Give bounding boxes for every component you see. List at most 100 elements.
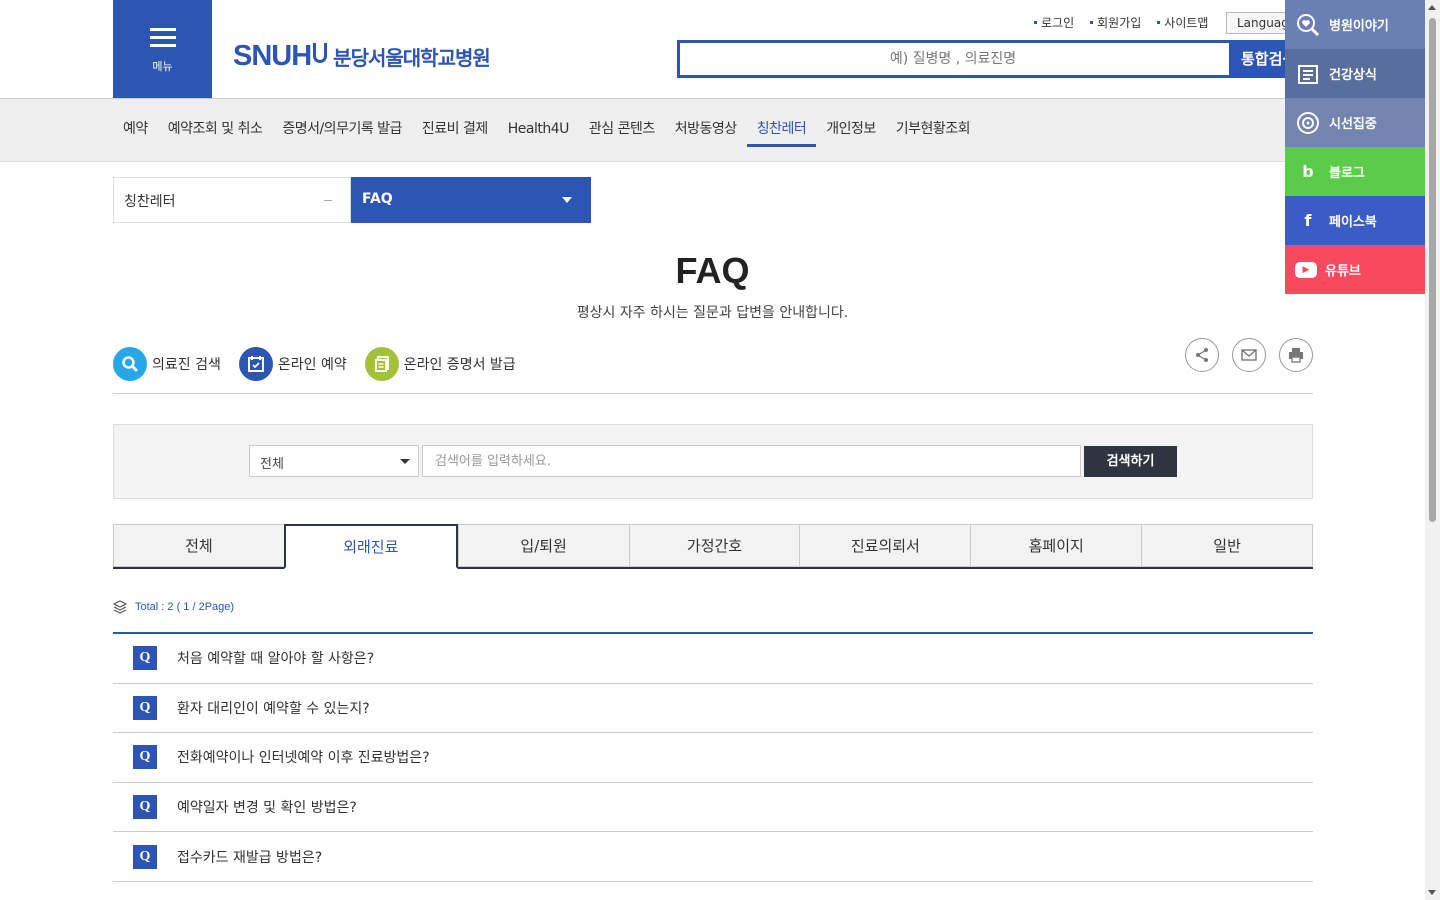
header: 메뉴 SNUH 분당서울대학교병원 로그인 회원가입 사이트맵 Language… xyxy=(0,0,1425,99)
shortcut-doctor-search[interactable]: 의료진 검색 xyxy=(113,347,221,381)
login-link[interactable]: 로그인 xyxy=(1034,14,1074,31)
quick-health-info[interactable]: 건강상식 xyxy=(1285,49,1425,98)
location-first-label: 칭찬레터 xyxy=(124,194,176,210)
faq-item[interactable]: Q 전화예약이나 인터넷예약 이후 진료방법은? xyxy=(113,733,1313,783)
quick-focus[interactable]: 시선집중 xyxy=(1285,98,1425,147)
category-select-value: 전체 xyxy=(260,457,284,472)
document-icon xyxy=(364,347,399,381)
nav-item-privacy[interactable]: 개인정보 xyxy=(816,99,886,161)
hamburger-icon xyxy=(150,28,176,52)
faq-search-box: 전체 검색하기 xyxy=(113,424,1313,499)
scroll-up-icon[interactable] xyxy=(1428,5,1436,10)
question-mark-icon: Q xyxy=(133,646,157,671)
facebook-icon: f xyxy=(1304,211,1312,230)
tab-referral[interactable]: 진료의뢰서 xyxy=(799,524,971,567)
target-icon xyxy=(1295,110,1321,136)
caret-down-icon xyxy=(400,459,410,464)
tab-home-nursing[interactable]: 가정간호 xyxy=(628,524,800,567)
hospital-name: 분당서울대학교병원 xyxy=(333,46,491,70)
faq-question: 환자 대리인이 예약할 수 있는지? xyxy=(177,700,370,717)
nav-item-reservation-check[interactable]: 예약조회 및 취소 xyxy=(158,99,273,161)
nav-item-payment[interactable]: 진료비 결제 xyxy=(412,99,498,161)
category-select[interactable]: 전체 xyxy=(249,445,419,477)
question-mark-icon: Q xyxy=(133,844,157,869)
sitemap-link[interactable]: 사이트맵 xyxy=(1157,14,1208,31)
quick-label: 병원이야기 xyxy=(1329,19,1389,34)
list-icon xyxy=(1295,61,1321,87)
search-icon xyxy=(113,347,147,381)
question-mark-icon: Q xyxy=(133,795,157,820)
caret-down-icon xyxy=(562,197,572,203)
quick-label: 시선집중 xyxy=(1329,117,1377,132)
print-icon[interactable] xyxy=(1279,338,1313,372)
shortcut-online-reservation[interactable]: 온라인 예약 xyxy=(238,347,347,381)
nav-item-certificate[interactable]: 증명서/의무기록 발급 xyxy=(272,99,412,161)
quick-facebook[interactable]: f 페이스북 xyxy=(1285,196,1425,245)
faq-item[interactable]: Q 접수카드 재발급 방법은? xyxy=(113,832,1313,882)
tab-outpatient[interactable]: 외래진료 xyxy=(283,524,458,569)
nav-item-health4u[interactable]: Health4U xyxy=(498,99,579,161)
shortcut-label: 온라인 예약 xyxy=(277,357,347,373)
faq-tabs: 전체 외래진료 입/퇴원 가정간호 진료의뢰서 홈페이지 일반 xyxy=(113,524,1314,569)
nav-item-reservation[interactable]: 예약 xyxy=(113,99,158,161)
logo[interactable]: SNUH 분당서울대학교병원 xyxy=(233,40,491,73)
tab-admission[interactable]: 입/퇴원 xyxy=(457,524,629,567)
heart-search-icon xyxy=(1295,12,1321,38)
location-second-label: FAQ xyxy=(362,191,393,207)
scroll-down-icon[interactable] xyxy=(1428,890,1436,895)
location-select-first[interactable]: 칭찬레터 xyxy=(113,177,351,223)
page-description: 평상시 자주 하시는 질문과 답변을 안내합니다. xyxy=(576,305,849,321)
faq-question: 처음 예약할 때 알아야 할 사항은? xyxy=(177,651,375,668)
menu-button[interactable]: 메뉴 xyxy=(113,0,212,98)
logo-mark-icon xyxy=(313,42,328,63)
tab-general[interactable]: 일반 xyxy=(1141,524,1314,567)
quick-label: 건강상식 xyxy=(1329,68,1377,83)
share-icon[interactable] xyxy=(1185,338,1219,372)
quick-blog[interactable]: b 블로그 xyxy=(1285,147,1425,196)
faq-list: Q 처음 예약할 때 알아야 할 사항은? Q 환자 대리인이 예약할 수 있는… xyxy=(113,632,1313,882)
question-mark-icon: Q xyxy=(133,695,157,720)
faq-question: 전화예약이나 인터넷예약 이후 진료방법은? xyxy=(177,750,430,767)
shortcut-online-certificate[interactable]: 온라인 증명서 발급 xyxy=(364,347,516,381)
nav-item-praise-letter[interactable]: 칭찬레터 xyxy=(746,99,817,161)
global-search: 통합검색 xyxy=(677,40,1299,78)
shortcut-label: 의료진 검색 xyxy=(152,357,221,373)
shortcut-label: 온라인 증명서 발급 xyxy=(403,357,516,373)
total-count: Total : 2 ( 1 / 2Page) xyxy=(113,600,234,614)
scrollbar[interactable] xyxy=(1425,0,1440,900)
nav-item-donation[interactable]: 기부현황조회 xyxy=(886,99,980,161)
faq-search-input[interactable] xyxy=(422,445,1081,477)
question-mark-icon: Q xyxy=(133,745,157,770)
mail-icon[interactable] xyxy=(1232,338,1266,372)
shortcuts: 의료진 검색 온라인 예약 온라인 증명서 발급 xyxy=(113,347,534,381)
quick-label: 페이스북 xyxy=(1329,215,1377,230)
main-nav: 예약 예약조회 및 취소 증명서/의무기록 발급 진료비 결제 Health4U… xyxy=(0,99,1425,162)
calendar-icon xyxy=(238,347,273,381)
tab-all[interactable]: 전체 xyxy=(113,524,284,567)
faq-question: 접수카드 재발급 방법은? xyxy=(177,849,323,866)
scrollbar-thumb[interactable] xyxy=(1429,18,1436,522)
faq-item[interactable]: Q 예약일자 변경 및 확인 방법은? xyxy=(113,783,1313,833)
tab-homepage[interactable]: 홈페이지 xyxy=(970,524,1142,567)
signup-link[interactable]: 회원가입 xyxy=(1090,14,1141,31)
logo-text: SNUH xyxy=(233,40,312,72)
divider xyxy=(113,393,1313,394)
total-text: Total : 2 ( 1 / 2Page) xyxy=(135,601,235,613)
quick-hospital-story[interactable]: 병원이야기 xyxy=(1285,0,1425,49)
nav-item-interest[interactable]: 관심 콘텐츠 xyxy=(579,99,665,161)
faq-item[interactable]: Q 처음 예약할 때 알아야 할 사항은? xyxy=(113,634,1313,684)
faq-search-button[interactable]: 검색하기 xyxy=(1084,446,1177,477)
menu-label: 메뉴 xyxy=(152,60,173,73)
location-select-second[interactable]: FAQ xyxy=(351,177,591,223)
nav-item-prescription-video[interactable]: 처방동영상 xyxy=(665,99,747,161)
blog-icon: b xyxy=(1302,162,1314,181)
faq-item[interactable]: Q 환자 대리인이 예약할 수 있는지? xyxy=(113,684,1313,734)
page-tools xyxy=(1185,338,1326,372)
utility-links: 로그인 회원가입 사이트맵 xyxy=(1034,14,1224,31)
global-search-input[interactable] xyxy=(680,43,1226,75)
page-title: FAQ xyxy=(675,250,750,291)
faq-question: 예약일자 변경 및 확인 방법은? xyxy=(177,800,357,817)
layers-icon xyxy=(113,600,127,614)
minus-icon xyxy=(324,200,332,201)
quick-label: 블로그 xyxy=(1329,166,1365,181)
